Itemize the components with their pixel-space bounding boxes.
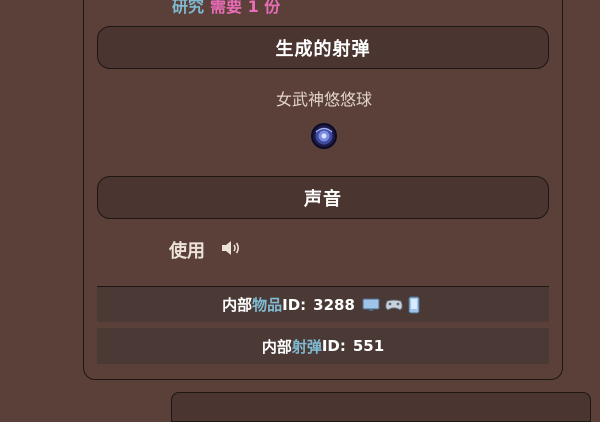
- internal-item-id-row: 内部 物品 ID: 3288: [97, 286, 549, 322]
- next-infobox-panel: [171, 392, 591, 422]
- sound-use-label: 使用: [169, 241, 205, 262]
- internal-item-id-link[interactable]: 物品: [252, 294, 282, 315]
- item-infobox-panel: 研究 需要 1 份 生成的射弹 女武神悠悠球 声音 使用 内部 物品 ID: 328…: [83, 0, 563, 380]
- internal-item-id-value: 3288: [313, 295, 355, 314]
- platform-icons: [362, 296, 424, 314]
- desktop-icon: [362, 298, 380, 312]
- sound-section-header: 声音: [97, 176, 549, 219]
- speaker-icon[interactable]: [220, 238, 242, 263]
- yoyo-icon[interactable]: [310, 122, 338, 150]
- internal-projectile-id-suffix: ID:: [321, 337, 346, 355]
- internal-projectile-id-value: 551: [352, 337, 385, 355]
- internal-projectile-id-link[interactable]: 射弹: [292, 336, 322, 357]
- research-link[interactable]: 研究: [172, 0, 204, 16]
- projectile-section-header: 生成的射弹: [97, 26, 549, 69]
- research-line: 研究 需要 1 份: [172, 0, 280, 15]
- sound-row: 使用: [169, 237, 242, 263]
- internal-projectile-id-row: 内部 射弹 ID: 551: [97, 328, 549, 364]
- console-icon: [384, 298, 404, 312]
- projectile-name: 女武神悠悠球: [275, 90, 372, 109]
- internal-item-id-prefix: 内部: [222, 296, 253, 314]
- research-value: 需要 1 份: [210, 0, 281, 16]
- internal-item-id-suffix: ID:: [282, 295, 307, 314]
- internal-projectile-id-prefix: 内部: [261, 337, 292, 356]
- mobile-icon: [408, 296, 420, 314]
